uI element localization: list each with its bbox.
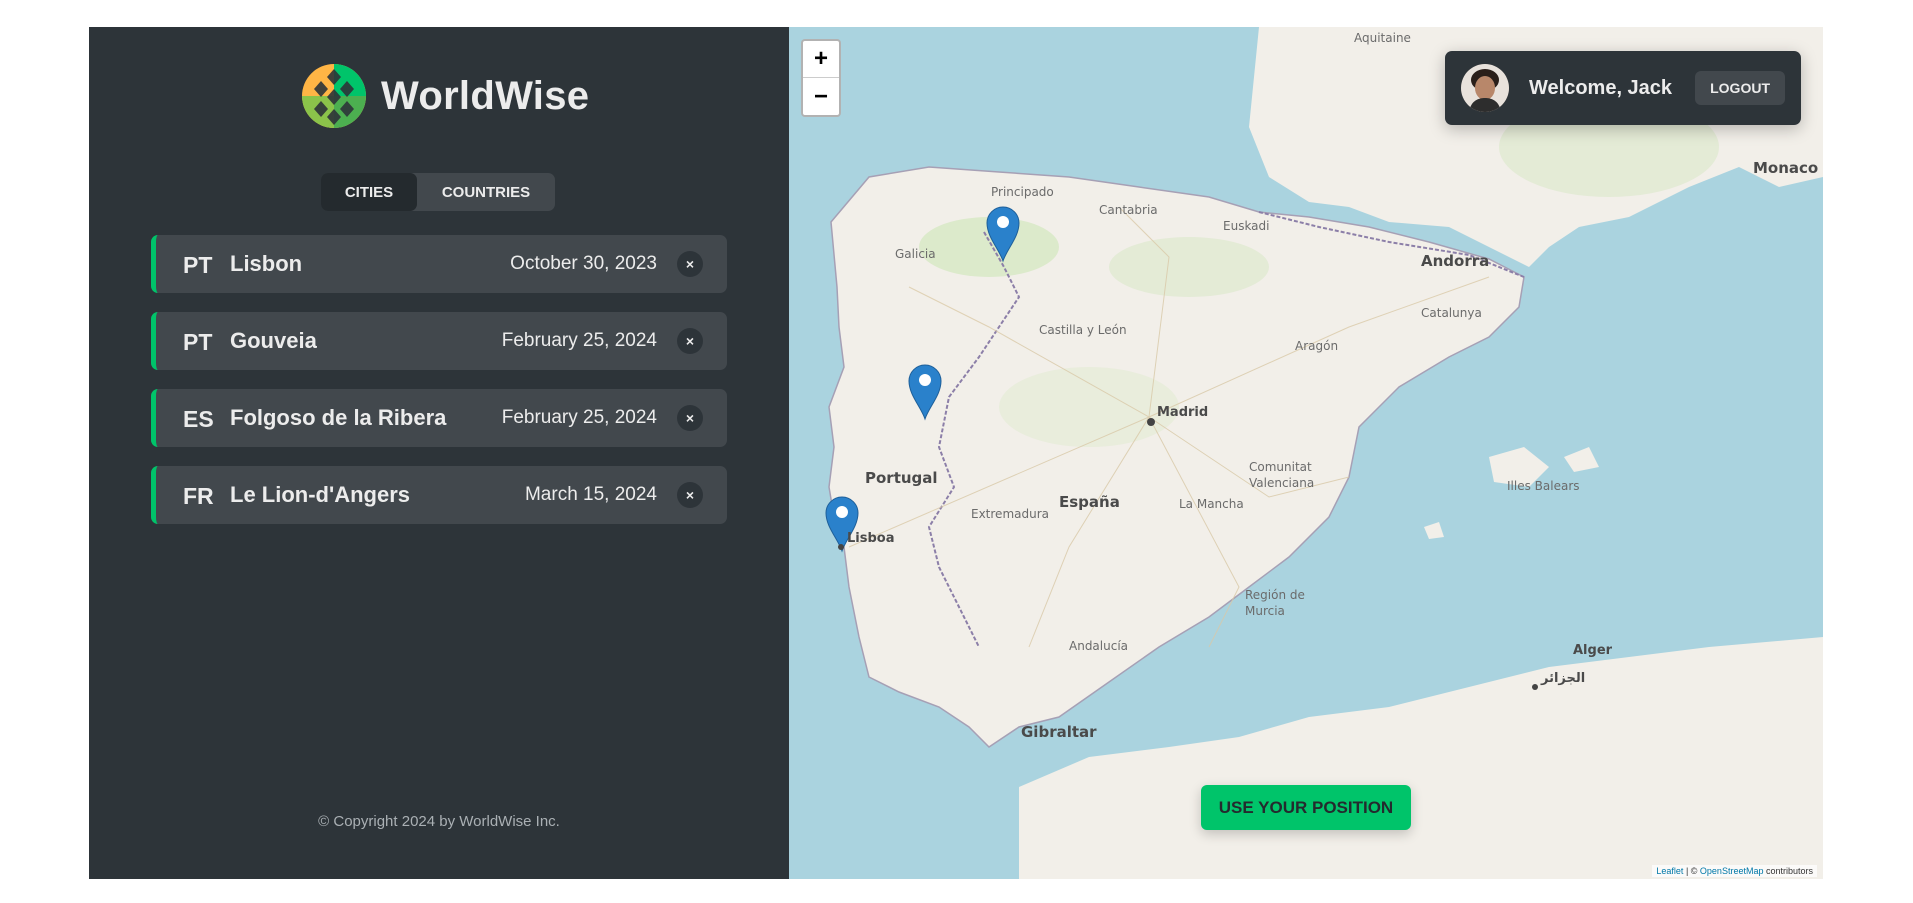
city-item[interactable]: PT Lisbon October 30, 2023 × (151, 235, 727, 293)
delete-city-button[interactable]: × (677, 328, 703, 354)
map-label: Andorra (1421, 252, 1490, 270)
map-label: Principado (991, 185, 1054, 199)
city-item[interactable]: ES Folgoso de la Ribera February 25, 202… (151, 389, 727, 447)
map-label: Portugal (865, 469, 938, 487)
map-label: Galicia (895, 247, 936, 261)
map-label: Illes Balears (1507, 479, 1580, 493)
leaflet-link[interactable]: Leaflet (1656, 866, 1683, 876)
city-date: February 25, 2024 (501, 407, 657, 428)
welcome-text: Welcome, Jack (1529, 76, 1673, 99)
logout-button[interactable]: LOGOUT (1695, 71, 1785, 105)
city-list: PT Lisbon October 30, 2023 × PT Gouveia … (151, 235, 727, 543)
map-label: Región de Murcia (1245, 588, 1305, 618)
map-label: الجزائر (1541, 671, 1586, 686)
delete-city-button[interactable]: × (677, 251, 703, 277)
city-date: October 30, 2023 (510, 253, 657, 274)
map-label: Madrid (1157, 405, 1209, 420)
zoom-in-button[interactable]: + (803, 41, 839, 78)
country-code: PT (183, 252, 213, 278)
country-code: ES (183, 406, 214, 432)
country-code: PT (183, 329, 213, 355)
city-date: March 15, 2024 (524, 484, 657, 505)
map-tiles[interactable] (789, 27, 1823, 879)
map-label: España (1059, 493, 1120, 511)
tab-countries[interactable]: COUNTRIES (417, 173, 555, 211)
user-avatar-icon (1461, 64, 1509, 112)
map-label: Monaco (1753, 159, 1819, 177)
city-date: February 25, 2024 (501, 330, 657, 351)
map-label: La Mancha (1179, 497, 1244, 511)
map-label: Aragón (1295, 339, 1339, 353)
attribution-separator: | © (1683, 866, 1700, 876)
map-label: Euskadi (1223, 219, 1270, 233)
country-code: FR (183, 483, 214, 509)
tab-bar: CITIES COUNTRIES (321, 173, 555, 211)
copyright-text: © Copyright 2024 by WorldWise Inc. (318, 813, 560, 830)
osm-link[interactable]: OpenStreetMap (1700, 866, 1764, 876)
app-name: WorldWise (381, 73, 590, 118)
city-name: Gouveia (230, 328, 317, 353)
map-container[interactable]: Aquitaine Monaco Andorra Principado Gali… (789, 27, 1823, 879)
map-label: Comunitat Valenciana (1249, 460, 1315, 490)
city-item[interactable]: PT Gouveia February 25, 2024 × (151, 312, 727, 370)
map-label: Catalunya (1421, 306, 1482, 320)
use-position-button[interactable]: USE YOUR POSITION (1201, 785, 1411, 830)
map-label: Aquitaine (1354, 31, 1411, 45)
map-attribution: Leaflet | © OpenStreetMap contributors (1652, 865, 1817, 877)
map-label: Alger (1573, 643, 1613, 658)
delete-city-button[interactable]: × (677, 482, 703, 508)
zoom-control: + − (801, 39, 841, 117)
map-label: Cantabria (1099, 203, 1158, 217)
sidebar: WorldWise CITIES COUNTRIES PT Lisbon Oct… (89, 27, 789, 879)
map-label: Andalucía (1069, 639, 1129, 653)
globe-logo-icon (302, 64, 366, 128)
city-item[interactable]: FR Le Lion-d'Angers March 15, 2024 × (151, 466, 727, 524)
map-label: Castilla y León (1039, 323, 1127, 337)
city-name: Folgoso de la Ribera (230, 405, 447, 430)
attribution-suffix: contributors (1763, 866, 1813, 876)
map-label: Gibraltar (1021, 723, 1097, 741)
tab-cities[interactable]: CITIES (321, 173, 417, 211)
city-name: Le Lion-d'Angers (230, 482, 411, 507)
delete-city-button[interactable]: × (677, 405, 703, 431)
user-panel: Welcome, Jack LOGOUT (1445, 51, 1801, 125)
logo[interactable]: WorldWise (301, 63, 589, 129)
app-layout: WorldWise CITIES COUNTRIES PT Lisbon Oct… (89, 27, 1823, 879)
map-label: Extremadura (971, 507, 1049, 521)
city-name: Lisbon (230, 251, 303, 276)
avatar (1461, 64, 1509, 112)
map-label: Lisboa (847, 531, 895, 546)
zoom-out-button[interactable]: − (803, 78, 839, 115)
